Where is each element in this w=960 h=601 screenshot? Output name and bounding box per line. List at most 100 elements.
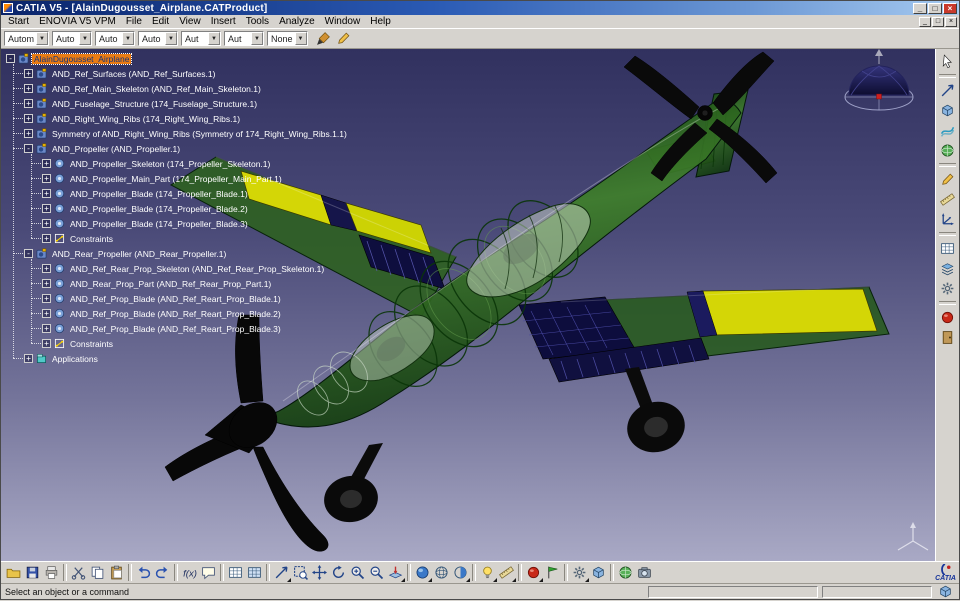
- tree-item-label[interactable]: AND_Ref_Prop_Blade (AND_Ref_Reart_Prop_B…: [68, 294, 283, 304]
- expand-toggle[interactable]: +: [42, 339, 51, 348]
- expand-toggle[interactable]: +: [42, 264, 51, 273]
- redo-icon[interactable]: [153, 563, 172, 582]
- tree-item[interactable]: - AlainDugousset_Airplane: [3, 51, 348, 66]
- select-icon[interactable]: [938, 52, 957, 71]
- undo-icon[interactable]: [134, 563, 153, 582]
- tree-item[interactable]: + AND_Ref_Surfaces (AND_Ref_Surfaces.1): [3, 66, 348, 81]
- menu-edit[interactable]: Edit: [147, 16, 174, 27]
- measure-tool-icon[interactable]: [938, 190, 957, 209]
- expand-toggle[interactable]: +: [42, 279, 51, 288]
- exit-workbench-icon[interactable]: [938, 328, 957, 347]
- hide-show-icon[interactable]: [478, 563, 497, 582]
- menu-start[interactable]: Start: [3, 16, 34, 27]
- surface-workbench-icon[interactable]: [938, 121, 957, 140]
- expand-toggle[interactable]: +: [24, 99, 33, 108]
- expand-toggle[interactable]: +: [42, 234, 51, 243]
- menu-view[interactable]: View: [174, 16, 206, 27]
- expand-toggle[interactable]: -: [24, 249, 33, 258]
- tree-item-label[interactable]: Constraints: [68, 234, 115, 244]
- auto-color-combo[interactable]: Autom ▼: [4, 31, 50, 46]
- tree-item[interactable]: + AND_Propeller_Skeleton (174_Propeller_S…: [3, 156, 348, 171]
- tree-item[interactable]: + AND_Propeller_Blade (174_Propeller_Blad…: [3, 201, 348, 216]
- expand-toggle[interactable]: +: [42, 189, 51, 198]
- expand-toggle[interactable]: +: [42, 159, 51, 168]
- tree-item[interactable]: + AND_Ref_Main_Skeleton (AND_Ref_Main_Ske…: [3, 81, 348, 96]
- maximize-button[interactable]: □: [928, 2, 942, 14]
- point-symbol-combo[interactable]: None ▼: [267, 31, 308, 46]
- tree-item[interactable]: + AND_Ref_Prop_Blade (AND_Ref_Reart_Prop_…: [3, 321, 348, 336]
- mdi-close-button[interactable]: ×: [945, 16, 957, 27]
- knowledge-fx-icon[interactable]: f(x): [180, 563, 199, 582]
- tree-item-label[interactable]: AND_Propeller_Blade (174_Propeller_Blade…: [68, 189, 250, 199]
- subtoolbar-arrow-icon[interactable]: [512, 578, 516, 582]
- tree-item-label[interactable]: AND_Propeller_Blade (174_Propeller_Blade…: [68, 204, 250, 214]
- design-table-icon[interactable]: [226, 563, 245, 582]
- flag-note-icon[interactable]: [543, 563, 562, 582]
- expand-toggle[interactable]: +: [24, 354, 33, 363]
- expand-toggle[interactable]: +: [24, 84, 33, 93]
- shaded-icon[interactable]: [413, 563, 432, 582]
- auto-2-combo[interactable]: Auto ▼: [95, 31, 136, 46]
- tree-item[interactable]: + AND_Right_Wing_Ribs (174_Right_Wing_Rib…: [3, 111, 348, 126]
- expand-toggle[interactable]: +: [42, 309, 51, 318]
- close-button[interactable]: ×: [943, 2, 957, 14]
- tree-item-label[interactable]: AND_Ref_Prop_Blade (AND_Ref_Reart_Prop_B…: [68, 309, 283, 319]
- camera-icon[interactable]: [635, 563, 654, 582]
- world-icon[interactable]: [616, 563, 635, 582]
- tree-item[interactable]: + AND_Ref_Rear_Prop_Skeleton (AND_Ref_Rea…: [3, 261, 348, 276]
- auto-1-combo[interactable]: Auto ▼: [52, 31, 93, 46]
- tree-item[interactable]: + AND_Ref_Prop_Blade (AND_Ref_Reart_Prop_…: [3, 306, 348, 321]
- tree-item[interactable]: - AND_Rear_Propeller (AND_Rear_Propeller.…: [3, 246, 348, 261]
- expand-toggle[interactable]: +: [24, 129, 33, 138]
- menu-enovia-v5-vpm[interactable]: ENOVIA V5 VPM: [34, 16, 121, 27]
- tree-item-label[interactable]: AND_Rear_Propeller (AND_Rear_Propeller.1…: [50, 249, 228, 259]
- tree-item[interactable]: + AND_Ref_Prop_Blade (AND_Ref_Reart_Prop_…: [3, 291, 348, 306]
- subtoolbar-arrow-icon[interactable]: [401, 578, 405, 582]
- tree-item-label[interactable]: AND_Ref_Main_Skeleton (AND_Ref_Main_Skel…: [50, 84, 263, 94]
- chevron-down-icon[interactable]: ▼: [122, 32, 135, 45]
- tree-item[interactable]: + Constraints: [3, 336, 348, 351]
- options-gear-icon[interactable]: [570, 563, 589, 582]
- expand-toggle[interactable]: +: [42, 294, 51, 303]
- print-icon[interactable]: [42, 563, 61, 582]
- tree-item[interactable]: + Constraints: [3, 231, 348, 246]
- tree-item-label[interactable]: Constraints: [68, 339, 115, 349]
- part-workbench-icon[interactable]: [938, 101, 957, 120]
- menu-analyze[interactable]: Analyze: [274, 16, 320, 27]
- expand-toggle[interactable]: -: [24, 144, 33, 153]
- pencil-icon[interactable]: [334, 29, 353, 48]
- tree-item-label[interactable]: AND_Propeller_Skeleton (174_Propeller_Sk…: [68, 159, 272, 169]
- tree-item-label[interactable]: AND_Ref_Prop_Blade (AND_Ref_Reart_Prop_B…: [68, 324, 283, 334]
- chevron-down-icon[interactable]: ▼: [79, 32, 92, 45]
- tree-item[interactable]: + Symmetry of AND_Right_Wing_Ribs (Symmet…: [3, 126, 348, 141]
- view-compass[interactable]: [844, 49, 914, 111]
- fly-mode-icon[interactable]: [272, 563, 291, 582]
- expand-toggle[interactable]: -: [6, 54, 15, 63]
- zoom-out-icon[interactable]: [367, 563, 386, 582]
- expand-toggle[interactable]: +: [42, 324, 51, 333]
- normal-view-icon[interactable]: [386, 563, 405, 582]
- tree-item-label[interactable]: AND_Right_Wing_Ribs (174_Right_Wing_Ribs…: [50, 114, 242, 124]
- tree-item-label[interactable]: Applications: [50, 354, 100, 364]
- pan-icon[interactable]: [310, 563, 329, 582]
- tree-item[interactable]: - AND_Propeller (AND_Propeller.1): [3, 141, 348, 156]
- copy-icon[interactable]: [88, 563, 107, 582]
- tree-item[interactable]: + AND_Propeller_Blade (174_Propeller_Blad…: [3, 216, 348, 231]
- apply-material-icon[interactable]: [938, 308, 957, 327]
- subtoolbar-arrow-icon[interactable]: [466, 578, 470, 582]
- tree-item-label[interactable]: Symmetry of AND_Right_Wing_Ribs (Symmetr…: [50, 129, 349, 139]
- menu-tools[interactable]: Tools: [241, 16, 274, 27]
- minimize-button[interactable]: _: [913, 2, 927, 14]
- chevron-down-icon[interactable]: ▼: [251, 32, 264, 45]
- cut-icon[interactable]: [69, 563, 88, 582]
- material-icon[interactable]: [524, 563, 543, 582]
- tree-item-label[interactable]: AND_Propeller_Blade (174_Propeller_Blade…: [68, 219, 250, 229]
- expand-toggle[interactable]: +: [42, 174, 51, 183]
- paste-icon[interactable]: [107, 563, 126, 582]
- axis-system-icon[interactable]: [938, 210, 957, 229]
- fit-all-icon[interactable]: [291, 563, 310, 582]
- chevron-down-icon[interactable]: ▼: [165, 32, 178, 45]
- menu-help[interactable]: Help: [365, 16, 396, 27]
- auto-3-combo[interactable]: Auto ▼: [138, 31, 179, 46]
- menu-window[interactable]: Window: [320, 16, 366, 27]
